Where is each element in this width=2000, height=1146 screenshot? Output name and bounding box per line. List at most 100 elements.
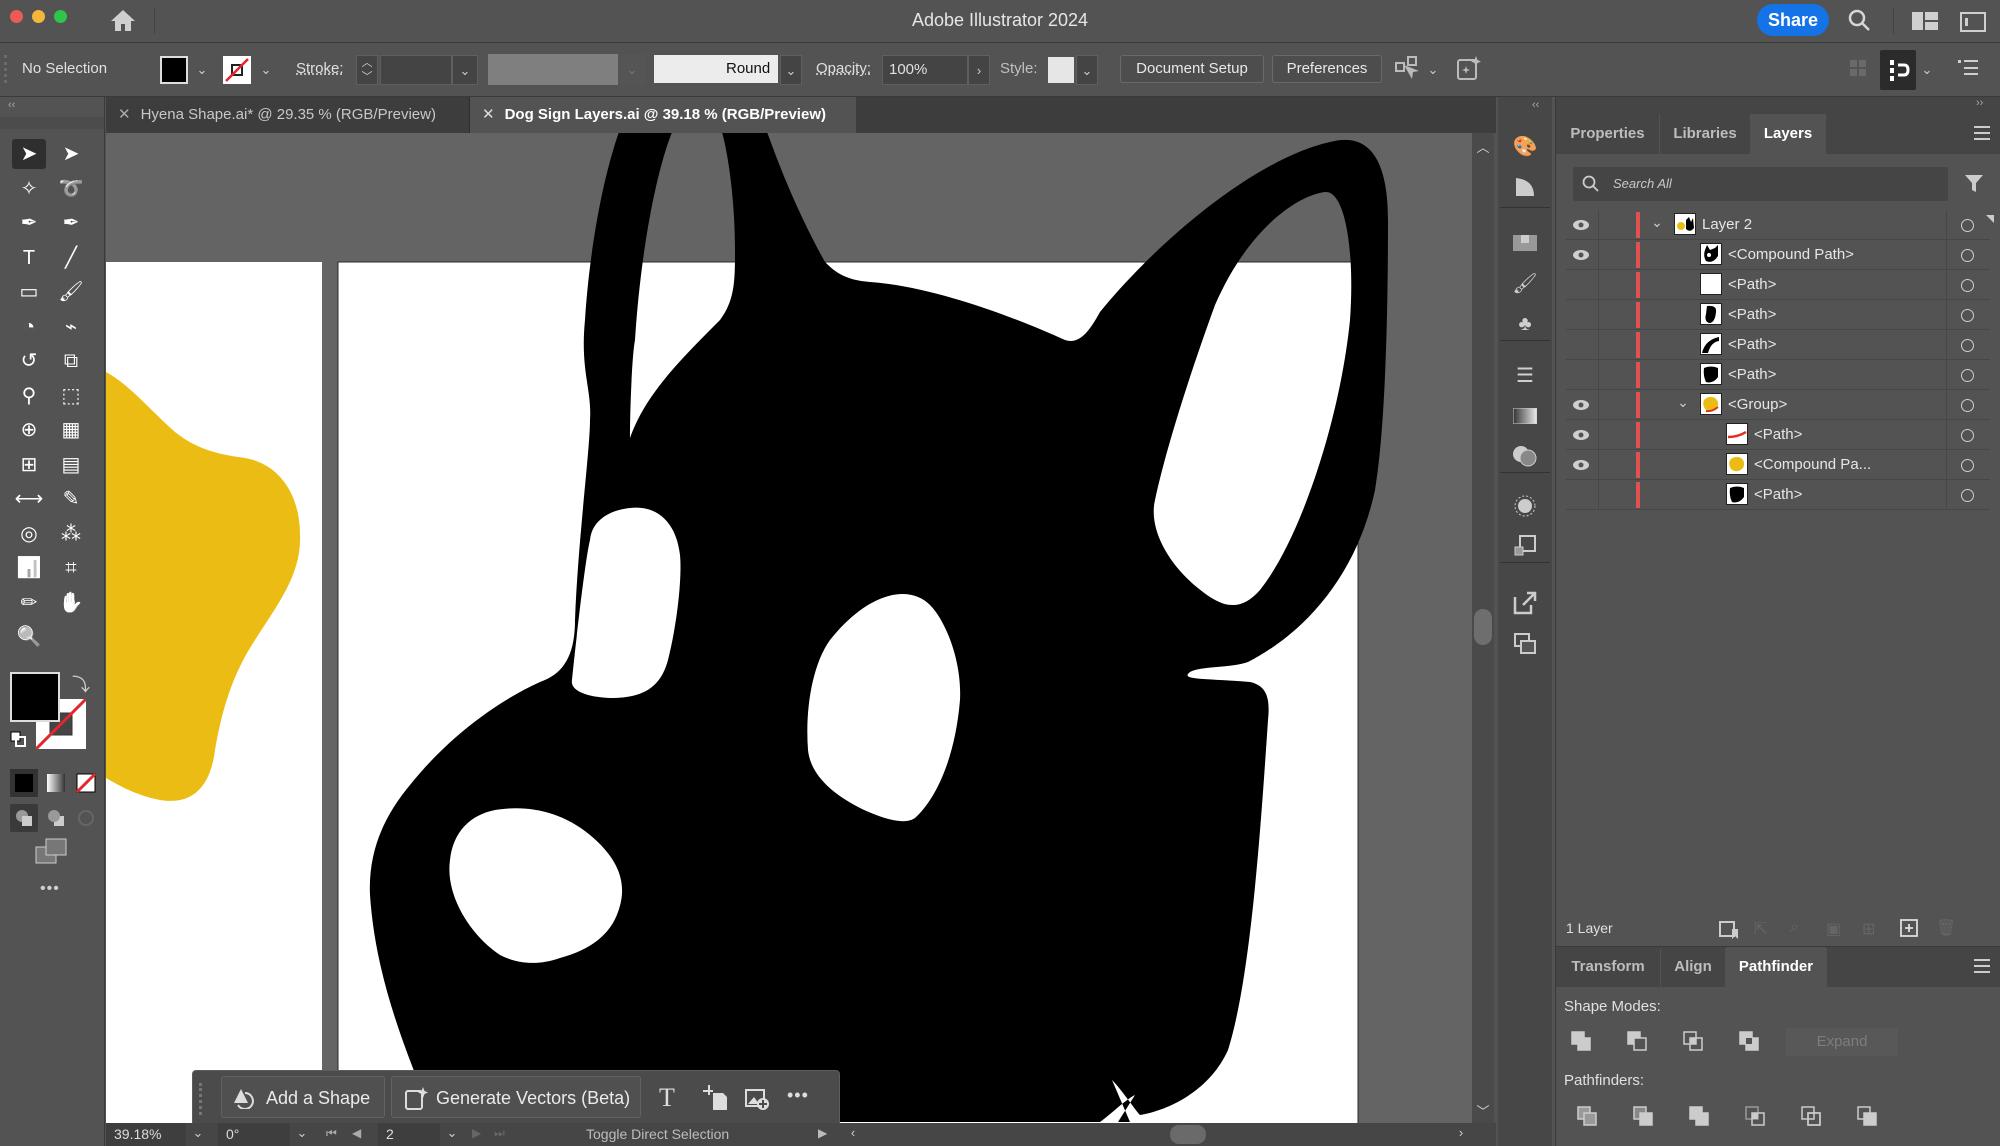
target-circle-icon[interactable] (1961, 459, 1974, 472)
last-artboard-button[interactable]: ⏭ (494, 1126, 505, 1141)
tab-dog-sign-layers[interactable]: ✕ Dog Sign Layers.ai @ 39.18 % (RGB/Previ… (470, 97, 856, 133)
visibility-toggle[interactable] (1566, 330, 1596, 360)
close-tab-icon[interactable]: ✕ (482, 106, 495, 123)
zoom-level-input[interactable]: 39.18% (106, 1123, 186, 1146)
eraser-tool[interactable]: ⌁ (54, 312, 88, 342)
scroll-down-arrow-icon[interactable]: ﹀ (1472, 1101, 1494, 1120)
minus-back-button[interactable] (1856, 1105, 1880, 1134)
column-graph-tool[interactable]: 📊 (12, 553, 46, 583)
target-circle-icon[interactable] (1961, 249, 1974, 262)
symbol-sprayer-tool[interactable]: ⁂ (54, 519, 88, 549)
tab-layers[interactable]: Layers (1751, 114, 1825, 154)
shape-builder-tool[interactable]: ⊕ (12, 415, 46, 445)
layer-name[interactable]: <Path> (1754, 486, 1802, 503)
next-artboard-button[interactable]: ▶ (472, 1126, 481, 1140)
blend-tool[interactable]: ◎ (12, 519, 46, 549)
visibility-toggle[interactable] (1566, 420, 1596, 450)
lock-column[interactable] (1598, 210, 1599, 240)
tab-libraries[interactable]: Libraries (1660, 114, 1750, 154)
selection-tool[interactable]: ➤ (12, 139, 46, 169)
stroke-panel-icon[interactable]: ☰ (1498, 359, 1552, 393)
arrange-documents-button[interactable] (1960, 12, 1986, 37)
taskbar-grip[interactable] (199, 1083, 206, 1115)
layer-row[interactable]: <Path> (1566, 300, 1990, 330)
type-tool[interactable]: T (12, 243, 46, 273)
generative-recolor-button[interactable] (1456, 55, 1482, 86)
select-similar-objects-button[interactable] (1394, 55, 1420, 86)
fill-color-box[interactable] (10, 672, 60, 722)
layer-row[interactable]: <Path> (1566, 480, 1990, 510)
hand-tool[interactable]: ✋ (54, 588, 88, 618)
generate-vectors-button[interactable]: Generate Vectors (Beta) (391, 1076, 641, 1118)
layer-name[interactable]: <Path> (1728, 366, 1776, 383)
opacity-flyout-button[interactable]: › (968, 55, 990, 85)
type-tool-icon[interactable]: T (659, 1083, 675, 1113)
free-transform-tool[interactable]: ⬚ (54, 381, 88, 411)
export-for-screens-icon[interactable] (1498, 586, 1552, 620)
select-similar-chevron-icon[interactable]: ⌄ (1424, 57, 1442, 83)
swatches-panel-icon[interactable] (1498, 226, 1552, 260)
filter-layers-button[interactable] (1964, 173, 1984, 198)
fill-dropdown-chevron-icon[interactable]: ⌄ (192, 57, 212, 83)
zoom-tool[interactable]: 🔍 (12, 622, 46, 652)
tab-hyena-shape[interactable]: ✕ Hyena Shape.ai* @ 29.35 % (RGB/Preview) (106, 97, 470, 133)
export-layer-icon[interactable]: ⇱ (1754, 919, 1767, 939)
share-button[interactable]: Share (1757, 4, 1829, 36)
default-fill-stroke-icon[interactable] (10, 731, 26, 747)
gradient-tool[interactable]: ▤ (54, 450, 88, 480)
previous-artboard-button[interactable]: ◀ (352, 1126, 361, 1140)
toolbar-grip[interactable] (0, 117, 104, 129)
artboard-number-input[interactable]: 2 (378, 1123, 440, 1146)
zoom-dropdown-chevron-icon[interactable]: ⌄ (188, 1125, 208, 1141)
delete-layer-icon[interactable]: 🗑 (1936, 918, 1956, 938)
panel-toggle-chevron-icon[interactable]: ⌄ (1918, 57, 1936, 83)
rotation-input[interactable]: 0° (218, 1123, 290, 1146)
layer-row[interactable]: <Compound Pa... (1566, 450, 1990, 480)
canvas[interactable]: Add a Shape Generate Vectors (Beta) T ••… (106, 133, 1472, 1123)
graphic-style-dropdown[interactable]: ⌄ (1076, 55, 1098, 85)
layer-row[interactable]: ⌄ <Group> (1566, 390, 1990, 420)
brushes-panel-icon[interactable]: 🖌 (1498, 267, 1552, 301)
draw-inside-button[interactable] (72, 804, 100, 832)
artboard-tool[interactable]: ⌗ (54, 553, 88, 583)
graphic-style-swatch[interactable] (1048, 57, 1074, 83)
lock-column[interactable] (1598, 420, 1599, 450)
target-circle-icon[interactable] (1961, 339, 1974, 352)
artboards-panel-icon[interactable] (1498, 627, 1552, 661)
color-mode-button[interactable] (10, 769, 38, 797)
exclude-button[interactable] (1738, 1030, 1762, 1059)
stroke-weight-input[interactable] (380, 55, 452, 85)
scroll-right-arrow-icon[interactable]: › (1454, 1125, 1468, 1140)
scale-tool[interactable]: ⧉ (54, 346, 88, 376)
preferences-button[interactable]: Preferences (1272, 55, 1382, 83)
curvature-tool[interactable]: ✒ (54, 208, 88, 238)
close-tab-icon[interactable]: ✕ (118, 106, 131, 123)
collect-for-export-button[interactable] (1718, 919, 1740, 944)
layer-name[interactable]: <Compound Pa... (1754, 456, 1871, 473)
eyedropper-tool[interactable]: ✎ (54, 484, 88, 514)
visibility-toggle[interactable] (1566, 270, 1596, 300)
visibility-toggle[interactable] (1566, 300, 1596, 330)
lock-column[interactable] (1598, 360, 1599, 390)
scroll-up-arrow-icon[interactable]: ︿ (1472, 137, 1494, 156)
draw-normal-button[interactable] (10, 804, 38, 832)
none-mode-button[interactable] (72, 769, 100, 797)
color-panel-icon[interactable]: 🎨 (1498, 130, 1552, 164)
transparency-panel-icon[interactable] (1498, 439, 1552, 473)
tab-transform[interactable]: Transform (1556, 947, 1660, 987)
puppet-warp-tool[interactable]: ⚲ (12, 381, 46, 411)
lock-column[interactable] (1598, 390, 1599, 420)
stroke-weight-stepper[interactable]: ︿ ﹀ (356, 55, 378, 85)
artboard-dropdown-chevron-icon[interactable]: ⌄ (442, 1125, 462, 1141)
divide-button[interactable] (1576, 1105, 1600, 1134)
stroke-dropdown-chevron-icon[interactable]: ⌄ (256, 57, 276, 83)
layer-row[interactable]: <Path> (1566, 420, 1990, 450)
lock-column[interactable] (1598, 270, 1599, 300)
collapse-toolbar-icon[interactable]: ‹‹ (8, 99, 15, 111)
visibility-toggle[interactable] (1566, 480, 1596, 510)
layer-row[interactable]: <Compound Path> (1566, 240, 1990, 270)
layer-name[interactable]: Layer 2 (1702, 216, 1752, 233)
unite-button[interactable] (1570, 1030, 1594, 1059)
line-segment-tool[interactable]: ╱ (54, 243, 88, 273)
drag-handle[interactable] (4, 55, 10, 83)
